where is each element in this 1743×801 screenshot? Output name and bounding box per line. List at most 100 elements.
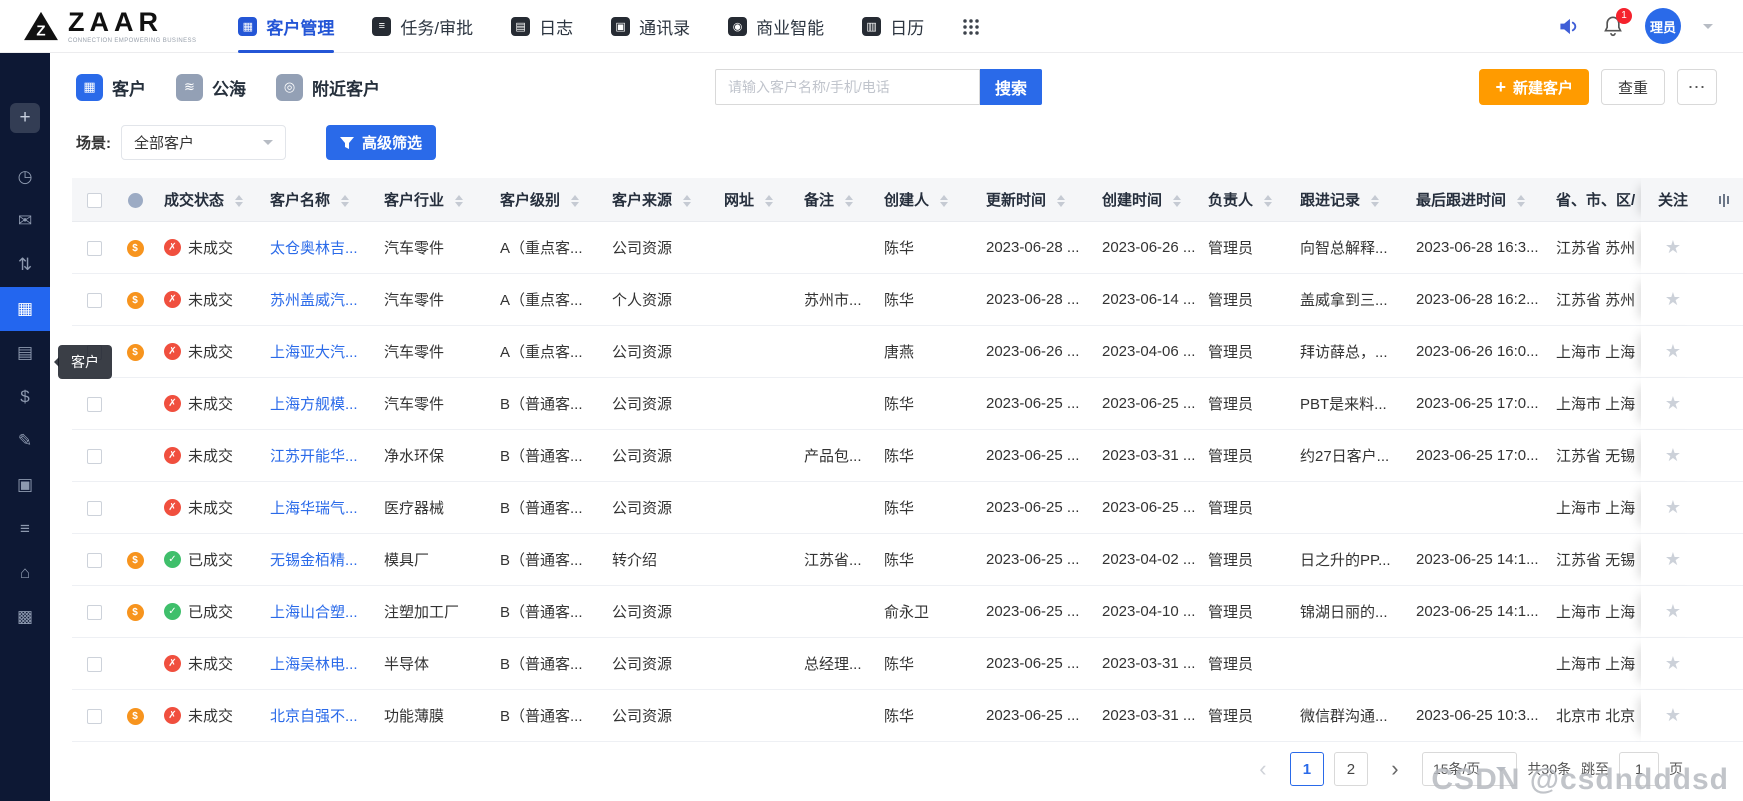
sort-caret-icon[interactable] — [1517, 195, 1526, 208]
row-checkbox[interactable] — [86, 292, 102, 308]
table-row[interactable]: 未成交 太仓奥林吉... 汽车零件 A（重点客... 公司资源 陈华 2023-… — [72, 222, 1743, 274]
sort-caret-icon[interactable] — [940, 195, 949, 208]
sort-caret-icon[interactable] — [455, 195, 464, 208]
header-follow[interactable]: 关注 — [1641, 178, 1705, 222]
customer-name-link[interactable]: 无锡金栢精... — [270, 552, 358, 569]
nav-item-3[interactable]: ▣ 通讯录 — [611, 0, 690, 53]
sort-caret-icon[interactable] — [1264, 195, 1273, 208]
sort-caret-icon[interactable] — [845, 195, 854, 208]
sidebar-item-messages[interactable]: ✉ — [0, 199, 50, 243]
sidebar-item-finance[interactable]: $ — [0, 375, 50, 419]
speaker-icon[interactable] — [1557, 16, 1581, 37]
sidebar-item-apps[interactable]: ▩ — [0, 595, 50, 639]
table-row[interactable]: 未成交 上海亚大汽... 汽车零件 A（重点客... 公司资源 唐燕 2023-… — [72, 326, 1743, 378]
table-row[interactable]: 未成交 北京自强不... 功能薄膜 B（普通客... 公司资源 陈华 2023-… — [72, 690, 1743, 742]
sidebar-item-dashboard[interactable]: ◷ — [0, 155, 50, 199]
row-checkbox[interactable] — [86, 656, 102, 672]
row-checkbox[interactable] — [86, 708, 102, 724]
table-row[interactable]: 未成交 上海华瑞气... 医疗器械 B（普通客... 公司资源 陈华 2023-… — [72, 482, 1743, 534]
row-checkbox[interactable] — [86, 552, 102, 568]
tab-2[interactable]: ◎ 附近客户 — [276, 73, 380, 101]
customer-name-link[interactable]: 江苏开能华... — [270, 448, 358, 465]
customer-table-scroll[interactable]: 成交状态 客户名称 客户行业 客户级别 客户来源 网址 备注 创建人 更新时间 … — [72, 178, 1743, 742]
sidebar-item-products[interactable]: ▣ — [0, 463, 50, 507]
column-header-last_followed[interactable]: 最后跟进时间 — [1406, 178, 1546, 222]
sort-caret-icon[interactable] — [1057, 195, 1066, 208]
sort-caret-icon[interactable] — [683, 195, 692, 208]
scene-select[interactable]: 全部客户 — [121, 125, 286, 160]
app-logo[interactable]: Z ZAAR CONNECTION EMPOWERING BUSINESS — [22, 8, 196, 44]
search-button[interactable]: 搜索 — [980, 69, 1043, 105]
follow-star-icon[interactable] — [1665, 653, 1681, 673]
customer-name-link[interactable]: 太仓奥林吉... — [270, 240, 358, 257]
column-settings-icon[interactable] — [1719, 193, 1729, 207]
avatar[interactable]: 理员 — [1645, 8, 1681, 44]
sort-caret-icon[interactable] — [1173, 195, 1182, 208]
row-checkbox[interactable] — [86, 396, 102, 412]
tab-0[interactable]: ▦ 客户 — [76, 73, 146, 101]
column-header-level[interactable]: 客户级别 — [490, 178, 602, 222]
tab-1[interactable]: ≋ 公海 — [176, 73, 246, 101]
column-header-name[interactable]: 客户名称 — [260, 178, 374, 222]
nav-item-4[interactable]: ◉ 商业智能 — [728, 0, 824, 53]
follow-star-icon[interactable] — [1665, 601, 1681, 621]
nav-item-5[interactable]: ▥ 日历 — [862, 0, 924, 53]
sidebar-item-documents[interactable]: ▤ — [0, 331, 50, 375]
dedupe-button[interactable]: 查重 — [1600, 69, 1665, 105]
more-button[interactable]: ⋯ — [1677, 69, 1717, 105]
column-header-followup[interactable]: 跟进记录 — [1290, 178, 1406, 222]
column-header-creator[interactable]: 创建人 — [874, 178, 976, 222]
column-header-updated[interactable]: 更新时间 — [976, 178, 1092, 222]
column-header-website[interactable]: 网址 — [714, 178, 794, 222]
customer-name-link[interactable]: 苏州盖威汽... — [270, 292, 358, 309]
follow-star-icon[interactable] — [1665, 237, 1681, 257]
column-header-status[interactable]: 成交状态 — [154, 178, 260, 222]
follow-star-icon[interactable] — [1665, 497, 1681, 517]
page-size-select[interactable]: 15条/页 — [1421, 752, 1518, 786]
sort-caret-icon[interactable] — [765, 195, 774, 208]
follow-star-icon[interactable] — [1665, 393, 1681, 413]
row-checkbox[interactable] — [86, 240, 102, 256]
sort-caret-icon[interactable] — [235, 195, 244, 208]
table-row[interactable]: 未成交 上海吴林电... 半导体 B（普通客... 公司资源 总经理... 陈华… — [72, 638, 1743, 690]
row-checkbox[interactable] — [86, 500, 102, 516]
sidebar-item-forms[interactable]: ✎ — [0, 419, 50, 463]
sort-caret-icon[interactable] — [1371, 195, 1380, 208]
customer-name-link[interactable]: 上海华瑞气... — [270, 500, 358, 517]
column-header-industry[interactable]: 客户行业 — [374, 178, 490, 222]
column-header-source[interactable]: 客户来源 — [602, 178, 714, 222]
select-all-checkbox[interactable] — [86, 192, 102, 208]
new-customer-button[interactable]: + 新建客户 — [1479, 69, 1589, 105]
customer-name-link[interactable]: 上海吴林电... — [270, 656, 358, 673]
advanced-filter-button[interactable]: 高级筛选 — [326, 125, 437, 160]
nav-item-1[interactable]: ≡ 任务/审批 — [372, 0, 473, 53]
search-input[interactable] — [715, 69, 980, 105]
column-header-remark[interactable]: 备注 — [794, 178, 874, 222]
next-page-button[interactable]: › — [1378, 752, 1412, 786]
notifications-bell[interactable]: 1 — [1603, 7, 1632, 38]
customer-name-link[interactable]: 上海山合塑... — [270, 604, 358, 621]
sidebar-item-stats[interactable]: ⇅ — [0, 243, 50, 287]
page-button-2[interactable]: 2 — [1333, 752, 1368, 786]
sort-caret-icon[interactable] — [571, 195, 580, 208]
sort-caret-icon[interactable] — [341, 195, 350, 208]
sidebar-add-button[interactable]: + — [10, 103, 40, 133]
nav-item-2[interactable]: ▤ 日志 — [511, 0, 573, 53]
prev-page-button[interactable]: ‹ — [1246, 752, 1280, 786]
column-header-created[interactable]: 创建时间 — [1092, 178, 1198, 222]
sidebar-item-customers[interactable]: ▦ — [0, 287, 50, 331]
page-button-1[interactable]: 1 — [1289, 752, 1324, 786]
table-row[interactable]: 未成交 苏州盖威汽... 汽车零件 A（重点客... 个人资源 苏州市... 陈… — [72, 274, 1743, 326]
table-row[interactable]: 未成交 江苏开能华... 净水环保 B（普通客... 公司资源 产品包... 陈… — [72, 430, 1743, 482]
table-row[interactable]: 已成交 无锡金栢精... 模具厂 B（普通客... 转介绍 江苏省... 陈华 … — [72, 534, 1743, 586]
table-row[interactable]: 已成交 上海山合塑... 注塑加工厂 B（普通客... 公司资源 俞永卫 202… — [72, 586, 1743, 638]
column-header-owner[interactable]: 负责人 — [1198, 178, 1290, 222]
follow-star-icon[interactable] — [1665, 289, 1681, 309]
follow-star-icon[interactable] — [1665, 549, 1681, 569]
customer-name-link[interactable]: 上海亚大汽... — [270, 344, 358, 361]
row-checkbox[interactable] — [86, 604, 102, 620]
customer-name-link[interactable]: 北京自强不... — [270, 708, 358, 725]
nav-item-0[interactable]: ▦ 客户管理 — [238, 0, 335, 53]
chevron-down-icon[interactable] — [1703, 23, 1713, 29]
row-checkbox[interactable] — [86, 448, 102, 464]
